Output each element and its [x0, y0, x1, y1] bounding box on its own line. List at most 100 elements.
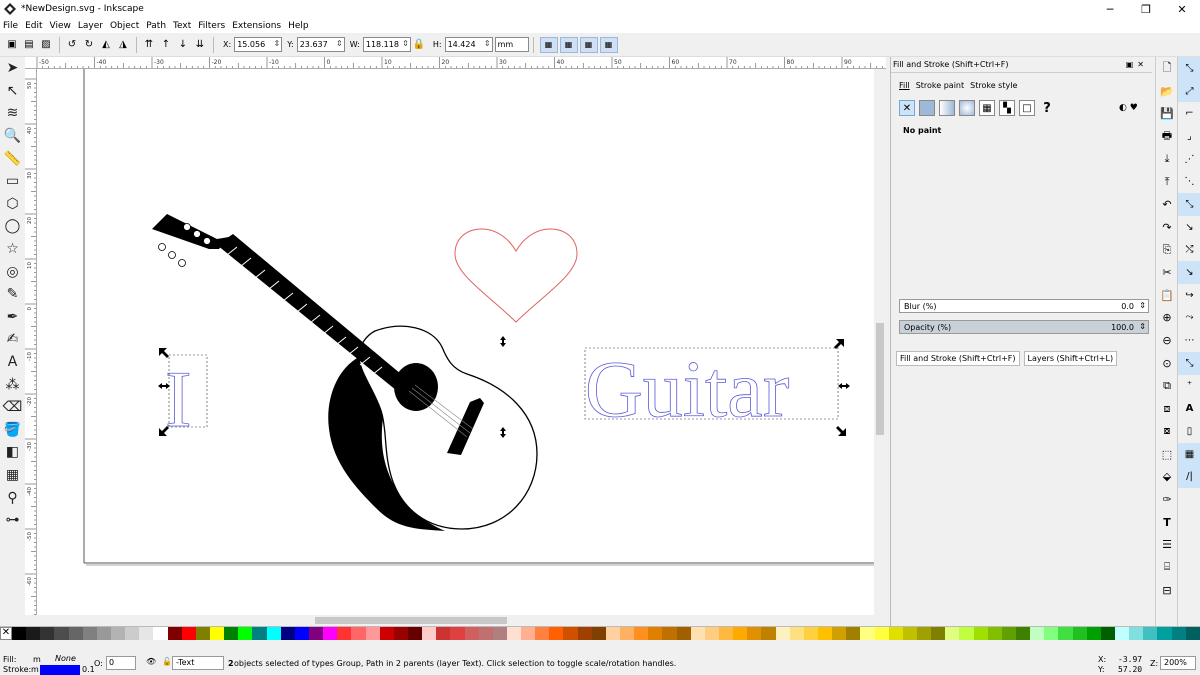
- pattern-icon[interactable]: ▚: [999, 100, 1015, 116]
- snap-grid-icon[interactable]: ▦: [1178, 442, 1200, 466]
- duplicate-icon[interactable]: ⧉: [1156, 375, 1178, 398]
- stroke-width-value[interactable]: 0.1: [82, 665, 95, 674]
- menu-object[interactable]: Object: [110, 21, 139, 31]
- palette-swatch[interactable]: [648, 627, 663, 640]
- menu-layer[interactable]: Layer: [78, 21, 103, 31]
- palette-swatch[interactable]: [535, 627, 550, 640]
- menu-filters[interactable]: Filters: [198, 21, 225, 31]
- zoom-selection-icon[interactable]: ⊕: [1156, 307, 1178, 330]
- rotate-ccw-icon[interactable]: ↺: [64, 37, 80, 53]
- snap-nodes-icon[interactable]: ⤡: [1178, 193, 1200, 216]
- dock-tab-fill-stroke[interactable]: Fill and Stroke (Shift+Ctrl+F): [896, 351, 1020, 366]
- move-gradients-icon[interactable]: ▦: [579, 36, 598, 53]
- open-icon[interactable]: 📂: [1156, 80, 1178, 103]
- linear-gradient-icon[interactable]: [939, 100, 955, 116]
- box3d-icon[interactable]: ⬡: [0, 193, 25, 216]
- connector-icon[interactable]: ⊶: [0, 509, 25, 532]
- palette-swatch[interactable]: [719, 627, 734, 640]
- tab-stroke-style[interactable]: Stroke style: [970, 81, 1017, 90]
- palette-swatch[interactable]: [82, 627, 97, 640]
- menu-text[interactable]: Text: [173, 21, 191, 31]
- layers-icon[interactable]: ☰: [1156, 533, 1178, 556]
- palette-swatch[interactable]: [379, 627, 394, 640]
- palette-swatch[interactable]: [238, 627, 253, 640]
- palette-swatch[interactable]: [323, 627, 338, 640]
- flip-horizontal-icon[interactable]: ◭: [98, 37, 114, 53]
- palette-swatch[interactable]: [733, 627, 748, 640]
- undo-icon[interactable]: ↶: [1156, 193, 1178, 216]
- zoom-page-icon[interactable]: ⊙: [1156, 352, 1178, 375]
- swatch-icon[interactable]: □: [1019, 100, 1035, 116]
- ellipse-icon[interactable]: ◯: [0, 215, 25, 238]
- palette-swatch[interactable]: [563, 627, 578, 640]
- eraser-icon[interactable]: ⌫: [0, 396, 25, 419]
- palette-swatch[interactable]: [26, 627, 41, 640]
- menu-view[interactable]: View: [50, 21, 71, 31]
- blur-slider[interactable]: Blur (%) 0.0: [899, 299, 1149, 313]
- palette-swatch[interactable]: [110, 627, 126, 640]
- canvas[interactable]: I Guitar: [37, 69, 874, 615]
- palette-swatch[interactable]: [860, 627, 875, 640]
- align-icon[interactable]: ⊟: [1156, 579, 1178, 602]
- palette-swatch[interactable]: [676, 627, 691, 640]
- snap-intersections-icon[interactable]: ⤭: [1178, 239, 1200, 262]
- stroke-color-swatch[interactable]: [40, 665, 80, 675]
- palette-swatch[interactable]: [818, 627, 833, 640]
- rotate-cw-icon[interactable]: ↻: [81, 37, 97, 53]
- opacity-status-input[interactable]: 0: [106, 656, 136, 670]
- palette-swatch[interactable]: [1157, 627, 1172, 640]
- palette-swatch[interactable]: [224, 627, 239, 640]
- mesh-icon[interactable]: ▦: [0, 464, 25, 487]
- palette-swatch[interactable]: [450, 627, 465, 640]
- xml-editor-icon[interactable]: ⌸: [1156, 556, 1178, 579]
- palette-swatch[interactable]: [252, 627, 267, 640]
- snap-cusp-icon[interactable]: ↘: [1178, 261, 1200, 284]
- palette-swatch[interactable]: [1086, 627, 1101, 640]
- text-font-icon[interactable]: T: [1156, 511, 1178, 534]
- vertical-scrollbar[interactable]: [874, 69, 886, 615]
- tab-stroke-paint[interactable]: Stroke paint: [916, 81, 964, 90]
- snap-bbox-edge-icon[interactable]: ⌐: [1178, 102, 1200, 125]
- palette-swatch[interactable]: [1058, 627, 1073, 640]
- palette-swatch[interactable]: [902, 627, 917, 640]
- palette-swatch[interactable]: [478, 627, 493, 640]
- palette-swatch[interactable]: [351, 627, 366, 640]
- palette-swatch[interactable]: [591, 627, 606, 640]
- palette-swatch[interactable]: [704, 627, 720, 640]
- palette-swatch[interactable]: [393, 627, 408, 640]
- dropper-icon[interactable]: ⚲: [0, 486, 25, 509]
- restore-icon[interactable]: ❐: [1128, 0, 1164, 18]
- clone-icon[interactable]: ⧈: [1156, 397, 1178, 420]
- menu-help[interactable]: Help: [288, 21, 309, 31]
- lower-icon[interactable]: ↓: [175, 37, 191, 53]
- move-patterns-icon[interactable]: ▦: [599, 36, 618, 53]
- palette-swatch[interactable]: [40, 627, 55, 640]
- palette-swatch[interactable]: [1072, 627, 1087, 640]
- mesh-gradient-icon[interactable]: ▦: [979, 100, 995, 116]
- heart-shape[interactable]: [454, 228, 578, 323]
- palette-swatch[interactable]: [280, 627, 295, 640]
- y-input[interactable]: 23.637: [296, 37, 345, 52]
- palette-swatch[interactable]: [888, 627, 903, 640]
- palette-swatch[interactable]: [973, 627, 988, 640]
- spray-icon[interactable]: ⁂: [0, 373, 25, 396]
- fill-rule-icon[interactable]: ◐ ♥: [1119, 103, 1138, 113]
- palette-swatch[interactable]: [195, 627, 210, 640]
- palette-swatch[interactable]: [747, 627, 762, 640]
- palette-swatch[interactable]: [1001, 627, 1016, 640]
- palette-swatch[interactable]: [436, 627, 451, 640]
- raise-icon[interactable]: ↑: [158, 37, 174, 53]
- zoom-icon[interactable]: 🔍: [0, 125, 25, 148]
- palette-swatch[interactable]: [1100, 627, 1115, 640]
- snap-centers-icon[interactable]: ⋯: [1178, 329, 1200, 352]
- unlink-clone-icon[interactable]: ⧇: [1156, 420, 1178, 443]
- flat-color-icon[interactable]: [919, 100, 935, 116]
- opacity-slider[interactable]: Opacity (%) 100.0: [899, 320, 1149, 334]
- pen-icon[interactable]: ✒: [0, 306, 25, 329]
- w-input[interactable]: 118.118: [362, 37, 411, 52]
- select-all-icon[interactable]: ▣: [4, 37, 20, 53]
- palette-swatch[interactable]: [464, 627, 479, 640]
- palette-swatch[interactable]: [605, 627, 621, 640]
- tweak-icon[interactable]: ≋: [0, 102, 25, 125]
- layer-visibility-icon[interactable]: 👁: [146, 657, 156, 666]
